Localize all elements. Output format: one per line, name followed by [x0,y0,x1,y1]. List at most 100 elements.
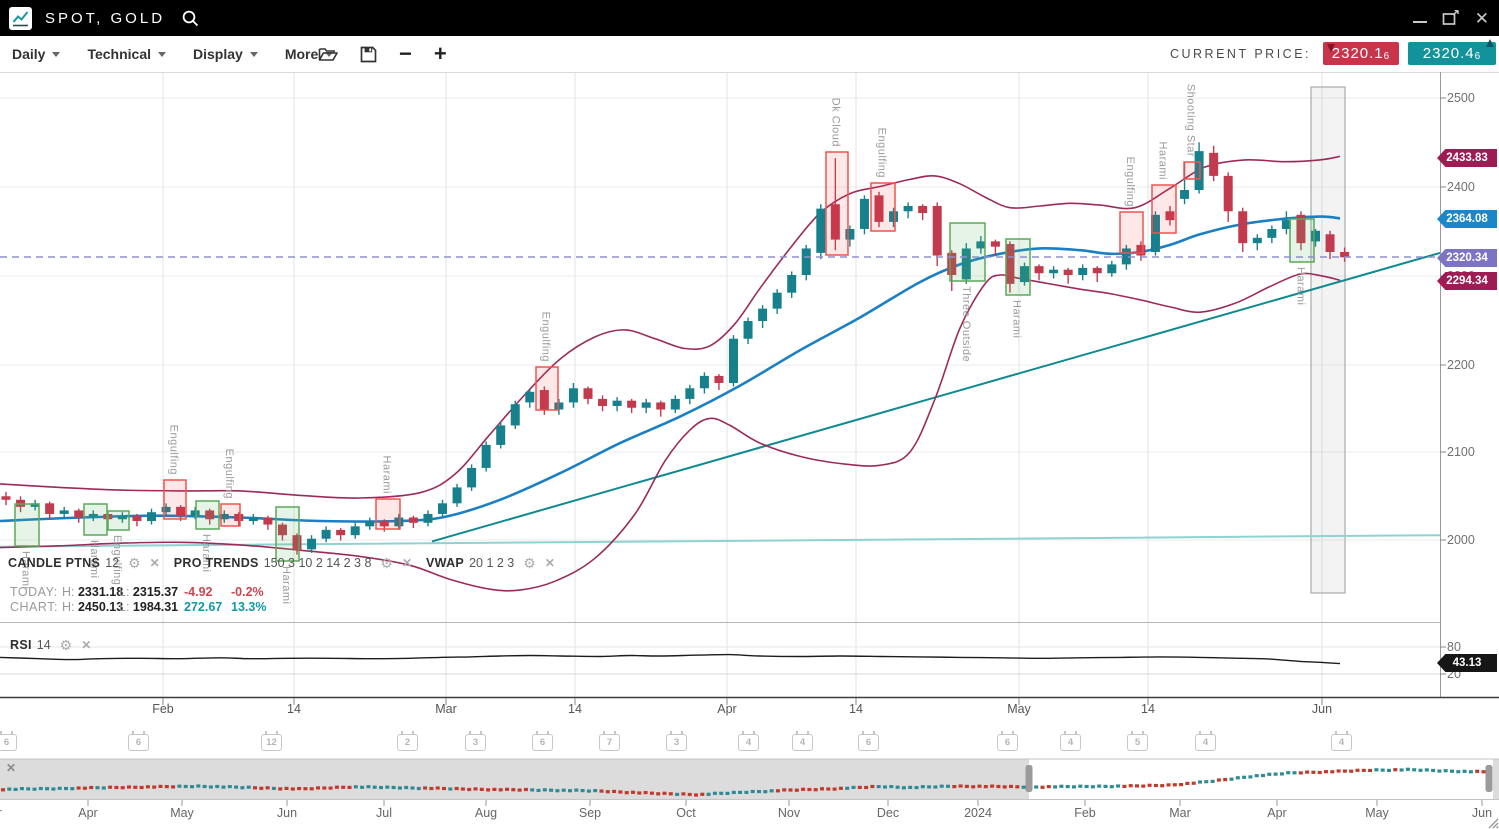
navigator-close-icon[interactable]: ✕ [4,761,18,775]
close-icon[interactable]: ✕ [545,556,555,570]
chart-change: 272.67 [184,600,222,614]
price-tick-label: 2400 [1447,179,1475,195]
gear-icon[interactable]: ⚙ [380,556,393,570]
calendar-marker[interactable]: 4 [738,734,759,751]
resize-grip-icon[interactable] [1489,819,1498,828]
close-icon[interactable]: ✕ [1475,10,1489,27]
calendar-marker[interactable]: 12 [261,734,282,751]
chevron-down-icon [250,52,258,57]
candle-patterns-legend: CANDLE PTNS [8,556,100,570]
time-axis-label: Apr [705,702,749,716]
rsi-legend: RSI 14 ⚙ ✕ [10,637,91,652]
menu-technical[interactable]: Technical [87,46,166,62]
pattern-box [108,511,129,530]
calendar-marker[interactable]: 7 [599,734,620,751]
calendar-marker[interactable]: 3 [666,734,687,751]
zoom-out-button[interactable]: − [399,44,412,64]
pattern-box [1290,219,1314,262]
close-icon[interactable]: ✕ [150,556,160,570]
navigator-left-handle[interactable] [1026,765,1033,792]
navigator-month-label: Aug [463,806,509,820]
close-icon[interactable]: ✕ [402,556,412,570]
price-tick-label: 2200 [1447,357,1475,373]
close-icon[interactable]: ✕ [81,638,91,652]
pro-trends-legend: PRO TRENDS [174,556,259,570]
symbol-title: SPOT, GOLD [45,10,165,27]
price-tick-label: 2100 [1447,444,1475,460]
navigator-month-label: Mar [0,806,14,820]
navigator-month-label: May [1354,806,1400,820]
pattern-label: Harami [381,456,393,494]
time-axis-label: 14 [553,702,597,716]
pattern-label: Shooting Star [1185,84,1197,157]
calendar-marker[interactable]: 4 [792,734,813,751]
save-icon[interactable] [360,46,377,63]
price-tick-label: 80 [1447,639,1461,655]
menu-daily[interactable]: Daily [12,46,60,62]
vwap-light-line [0,535,1440,547]
pattern-label: Engulfing [1124,157,1136,207]
calendar-marker[interactable]: 5 [1127,734,1148,751]
pattern-box [196,501,219,529]
price-tag: 43.13 [1437,654,1497,672]
navigator-month-label: Dec [865,806,911,820]
calendar-marker[interactable]: 4 [1060,734,1081,751]
candles [2,142,1350,554]
navigator-month-label: Nov [766,806,812,820]
gear-icon[interactable]: ⚙ [60,638,73,652]
zoom-in-button[interactable]: + [434,44,447,64]
app-logo-icon [9,7,32,30]
calendar-marker[interactable]: 4 [1331,734,1352,751]
calendar-marker[interactable]: 6 [858,734,879,751]
gear-icon[interactable]: ⚙ [128,556,141,570]
navigator-month-label: Jun [1459,806,1499,820]
pattern-label: Harami [1295,267,1307,305]
calendar-marker[interactable]: 6 [0,734,17,751]
pattern-box [84,504,107,535]
time-axis-label: 14 [272,702,316,716]
navigator[interactable] [0,759,1499,806]
minimize-button[interactable] [1413,13,1427,23]
pattern-box [1006,239,1030,295]
navigator-month-label: Apr [65,806,111,820]
popout-button[interactable] [1442,10,1460,26]
calendar-marker[interactable]: 4 [1195,734,1216,751]
pattern-box [15,504,39,546]
time-axis-label: Mar [424,702,468,716]
navigator-month-label: Feb [1062,806,1108,820]
menu-display[interactable]: Display [193,46,258,62]
price-chart-canvas[interactable]: HaramiHaramiEngulfingEngulfingHaramiEngu… [0,0,1499,829]
ma-blue-line [0,217,1340,522]
search-icon[interactable] [181,9,200,28]
calendar-marker[interactable]: 6 [128,734,149,751]
calendar-marker[interactable]: 6 [532,734,553,751]
pattern-box [1152,185,1176,233]
price-tick-label: 2000 [1447,532,1475,548]
navigator-month-label: Apr [1254,806,1300,820]
calendar-marker[interactable]: 2 [397,734,418,751]
time-axis-label: 14 [834,702,878,716]
today-change-pct: -0.2% [231,585,264,599]
pattern-label: Harami [1011,300,1023,338]
arrow-up-icon [1486,39,1494,47]
pattern-label: Dk Cloud [830,98,842,147]
calendar-marker[interactable]: 3 [465,734,486,751]
pattern-box [376,499,400,529]
chevron-down-icon [52,52,60,57]
open-folder-icon[interactable] [318,46,338,62]
calendar-marker[interactable]: 6 [997,734,1018,751]
vwap-legend: VWAP [426,556,464,570]
navigator-month-label: Sep [567,806,613,820]
pattern-box [536,367,558,410]
arrow-down-icon [1327,44,1335,52]
navigator-right-handle[interactable] [1486,765,1493,792]
time-axis-label: 14 [1126,702,1170,716]
chart-change-pct: 13.3% [231,600,266,614]
navigator-month-label: Mar [1157,806,1203,820]
bid-price-chip: 2320.16 [1323,42,1399,65]
ask-price-chip: 2320.46 [1408,42,1496,65]
gear-icon[interactable]: ⚙ [523,556,536,570]
indicator-legend-row: CANDLE PTNS 12 ⚙ ✕ PRO TRENDS 150 3 10 2… [8,555,555,571]
price-tag: 2294.34 [1437,272,1497,290]
today-stats-row: TODAY: H: 2331.18 L: 2315.37 -4.92 -0.2% [0,585,300,599]
